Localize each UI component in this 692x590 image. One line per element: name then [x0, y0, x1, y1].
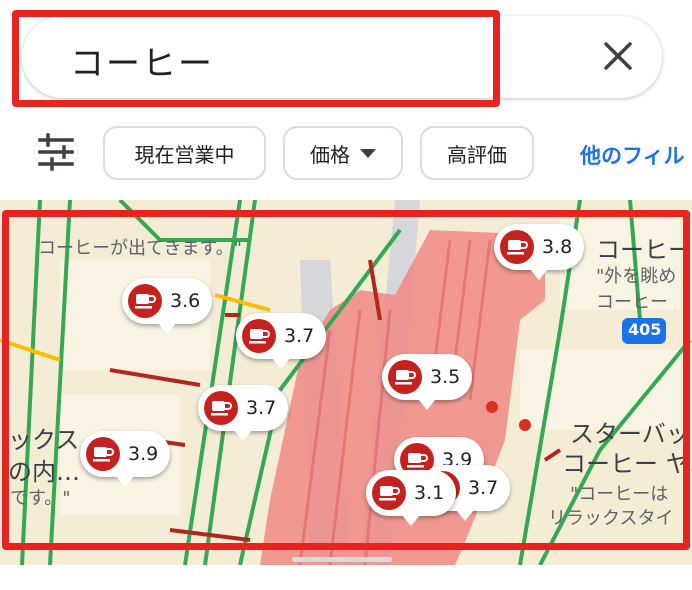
map-label-place-name: コーヒー: [596, 236, 692, 264]
coffee-cup-icon: [128, 284, 162, 318]
dropdown-triangle-icon: [360, 148, 376, 158]
chip-label: 高評価: [447, 142, 507, 167]
search-input[interactable]: コーヒー: [70, 36, 214, 85]
filter-row: 現在営業中 価格 高評価 他のフィル: [0, 118, 692, 188]
pin-rating: 3.7: [468, 477, 499, 499]
tune-sliders-icon[interactable]: [34, 132, 78, 172]
chip-label: 現在営業中: [134, 142, 235, 167]
map-label-review-snippet: "コーヒーは: [570, 484, 669, 505]
filter-chip-price[interactable]: 価格: [283, 126, 403, 180]
cafe-pin[interactable]: 3.5: [382, 354, 473, 410]
map-label-place-name: コーヒー ヤニ: [562, 450, 692, 478]
pin-rating: 3.9: [128, 443, 159, 465]
map-label-review-snippet: "外を眺め: [596, 266, 677, 287]
cafe-pin[interactable]: 3.7: [236, 313, 327, 369]
cafe-pin[interactable]: 3.1: [366, 470, 457, 526]
pin-rating: 3.5: [430, 366, 461, 388]
map-label-review-snippet: です。": [10, 488, 71, 509]
filter-chip-open-now[interactable]: 現在営業中: [103, 126, 266, 180]
close-icon[interactable]: [598, 36, 638, 76]
pin-rating: 3.6: [170, 290, 201, 312]
more-filters-link[interactable]: 他のフィル: [580, 140, 685, 170]
pin-rating: 3.1: [414, 482, 445, 504]
map-label-review-snippet: コーヒー: [596, 292, 668, 313]
coffee-cup-icon: [388, 360, 422, 394]
pin-rating: 3.7: [284, 325, 315, 347]
coffee-cup-icon: [204, 391, 238, 425]
coffee-cup-icon: [372, 476, 406, 510]
search-bar[interactable]: コーヒー: [22, 16, 662, 98]
cafe-pin[interactable]: 3.8: [494, 224, 585, 280]
coffee-cup-icon: [242, 319, 276, 353]
pin-rating: 3.8: [542, 236, 573, 258]
map-label-review-snippet: コーヒーが出てきます。": [38, 238, 242, 259]
chip-label: 価格: [310, 142, 350, 167]
filter-chip-top-rated[interactable]: 高評価: [420, 126, 534, 180]
coffee-cup-icon: [500, 230, 534, 264]
drag-handle[interactable]: [292, 557, 392, 562]
route-405-label: 405: [628, 320, 662, 339]
cafe-pin[interactable]: 3.6: [122, 278, 213, 334]
map-label-place-name: ックス: [8, 426, 80, 454]
cafe-pin[interactable]: 3.9: [80, 431, 171, 487]
cafe-pin[interactable]: 3.7: [198, 385, 289, 441]
pin-rating: 3.7: [246, 397, 277, 419]
coffee-cup-icon: [86, 437, 120, 471]
map-label-place-name: の内…: [8, 458, 80, 486]
map-label-review-snippet: リラックスタイ: [548, 508, 674, 529]
map-view[interactable]: コーヒーが出てきます。" ックス の内… です。" コーヒー "外を眺め コーヒ…: [0, 200, 692, 565]
